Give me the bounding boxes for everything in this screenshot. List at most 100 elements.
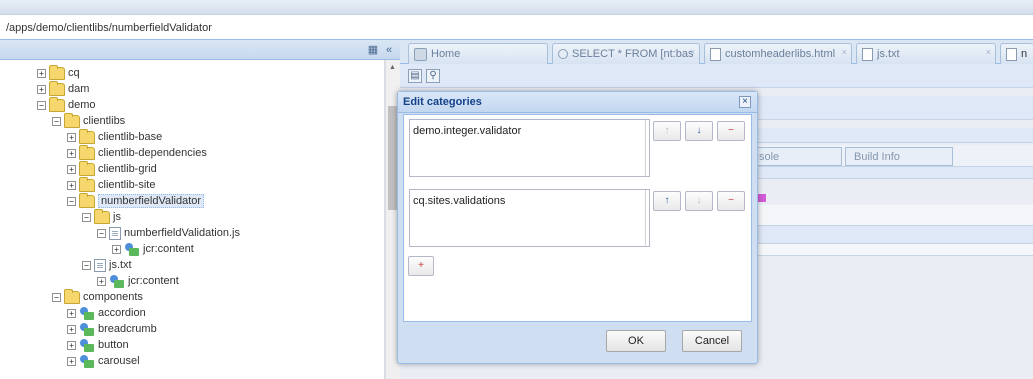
folder-open-icon	[64, 288, 80, 304]
close-icon[interactable]: ×	[690, 47, 695, 57]
add-category-button[interactable]: +	[408, 256, 434, 276]
tree-node-clientlib-dependencies[interactable]: + clientlib-dependencies	[67, 144, 207, 161]
expand-toggle[interactable]: +	[67, 308, 76, 318]
current-path: /apps/demo/clientlibs/numberfieldValidat…	[6, 22, 212, 34]
tree-node-label: breadcrumb	[98, 323, 157, 335]
category-field[interactable]: demo.integer.validator	[409, 119, 650, 177]
collapse-toggle[interactable]: −	[97, 228, 106, 238]
tree-node-label: carousel	[98, 355, 140, 367]
collapse-left-icon[interactable]: «	[383, 44, 395, 56]
move-up-button[interactable]: ↑	[653, 191, 681, 211]
tree-node-label: clientlibs	[83, 115, 126, 127]
collapse-toggle[interactable]: −	[82, 212, 91, 222]
tree-node-label: accordion	[98, 307, 146, 319]
tab-home[interactable]: Home	[408, 43, 548, 64]
expand-toggle[interactable]: +	[67, 180, 76, 190]
expand-toggle[interactable]: +	[67, 356, 76, 366]
folder-icon	[79, 128, 95, 144]
component-icon	[79, 306, 95, 320]
move-up-button[interactable]: ↑	[653, 121, 681, 141]
save-icon[interactable]: ▤	[408, 69, 422, 83]
tree-panel-header: ▦ «	[0, 40, 400, 60]
folder-icon	[49, 80, 65, 96]
tab-partial[interactable]: n	[1000, 43, 1033, 64]
tab-label: customheaderlibs.html	[725, 48, 836, 60]
node-icon	[109, 274, 125, 288]
expand-toggle[interactable]: +	[112, 244, 121, 254]
expand-toggle[interactable]: +	[67, 164, 76, 174]
collapse-toggle[interactable]: −	[52, 116, 61, 126]
tree-node-label: demo	[68, 99, 96, 111]
tree-node-label: clientlib-grid	[98, 163, 157, 175]
find-icon[interactable]: ⚲	[426, 69, 440, 83]
repository-tree: + cq + dam − demo − clientlibs + clientl…	[0, 60, 385, 379]
category-value[interactable]: cq.sites.validations	[413, 195, 505, 207]
tree-node-demo[interactable]: − demo	[37, 96, 96, 113]
collapse-toggle[interactable]: −	[82, 260, 91, 270]
path-bar: /apps/demo/clientlibs/numberfieldValidat…	[0, 14, 1033, 40]
close-icon[interactable]: ×	[842, 47, 847, 57]
tree-panel: ▦ « + cq + dam − demo − clientlibs + cli…	[0, 40, 400, 379]
file-icon	[1006, 47, 1017, 61]
top-strip	[0, 0, 1033, 14]
tree-node-button[interactable]: + button	[67, 337, 129, 353]
component-icon	[79, 354, 95, 368]
collapse-toggle[interactable]: −	[67, 196, 76, 206]
tree-node-components[interactable]: − components	[52, 288, 143, 305]
search-icon	[558, 49, 568, 59]
category-field[interactable]: cq.sites.validations	[409, 189, 650, 247]
tree-node-label: js	[113, 211, 121, 223]
tab-query[interactable]: SELECT * FROM [nt:bas ×	[552, 43, 700, 64]
tree-node-clientlibs[interactable]: − clientlibs	[52, 112, 126, 129]
folder-icon	[79, 144, 95, 160]
cancel-button[interactable]: Cancel	[682, 330, 742, 352]
tree-node-label: js.txt	[109, 259, 132, 271]
file-icon	[710, 47, 721, 61]
expand-toggle[interactable]: +	[67, 132, 76, 142]
tab-customheaderlibs[interactable]: customheaderlibs.html ×	[704, 43, 852, 64]
tree-node-accordion[interactable]: + accordion	[67, 305, 146, 321]
dialog-title: Edit categories	[403, 96, 482, 108]
remove-button[interactable]: −	[717, 191, 745, 211]
move-down-button[interactable]: ↓	[685, 121, 713, 141]
tree-node-label: numberfieldValidation.js	[124, 227, 240, 239]
expand-toggle[interactable]: +	[67, 324, 76, 334]
expand-toggle[interactable]: +	[37, 84, 46, 94]
expand-toggle[interactable]: +	[37, 68, 46, 78]
tree-node-jcr-content[interactable]: + jcr:content	[112, 241, 194, 257]
expand-toggle[interactable]: +	[67, 148, 76, 158]
tree-node-label: jcr:content	[143, 243, 194, 255]
collapse-toggle[interactable]: −	[37, 100, 46, 110]
tab-js-txt[interactable]: js.txt ×	[856, 43, 996, 64]
tree-node-label: clientlib-site	[98, 179, 156, 191]
tree-node-label: components	[83, 291, 143, 303]
close-icon[interactable]: ×	[739, 96, 751, 108]
close-icon[interactable]: ×	[986, 47, 991, 57]
tree-node-breadcrumb[interactable]: + breadcrumb	[67, 321, 157, 337]
folder-grid-icon[interactable]: ▦	[367, 44, 379, 56]
tree-node-clientlib-grid[interactable]: + clientlib-grid	[67, 160, 157, 177]
tree-node-js-txt[interactable]: − js.txt	[82, 257, 132, 273]
expand-toggle[interactable]: +	[97, 276, 106, 286]
ok-button[interactable]: OK	[606, 330, 666, 352]
tree-node-cq[interactable]: + cq	[37, 64, 80, 81]
tab-label: n	[1021, 48, 1028, 60]
folder-open-icon	[64, 112, 80, 128]
tree-node-clientlib-site[interactable]: + clientlib-site	[67, 176, 156, 193]
dialog-header[interactable]: Edit categories ×	[398, 92, 757, 113]
category-value[interactable]: demo.integer.validator	[413, 125, 521, 137]
tree-node-js-folder[interactable]: − js	[82, 208, 121, 225]
tree-node-clientlib-base[interactable]: + clientlib-base	[67, 128, 162, 145]
tab-build-info[interactable]: Build Info	[845, 147, 953, 166]
collapse-toggle[interactable]: −	[52, 292, 61, 302]
tree-node-carousel[interactable]: + carousel	[67, 353, 140, 369]
scroll-up-icon[interactable]: ▲	[389, 64, 396, 71]
tree-node-numberfieldvalidation-js[interactable]: − numberfieldValidation.js	[97, 225, 240, 241]
remove-button[interactable]: −	[717, 121, 745, 141]
tree-node-jcr-content[interactable]: + jcr:content	[97, 273, 179, 289]
tree-node-numberfieldvalidator[interactable]: − numberfieldValidator	[67, 192, 205, 209]
move-down-button[interactable]: ↓	[685, 191, 713, 211]
folder-icon	[79, 176, 95, 192]
expand-toggle[interactable]: +	[67, 340, 76, 350]
tree-node-dam[interactable]: + dam	[37, 80, 89, 97]
